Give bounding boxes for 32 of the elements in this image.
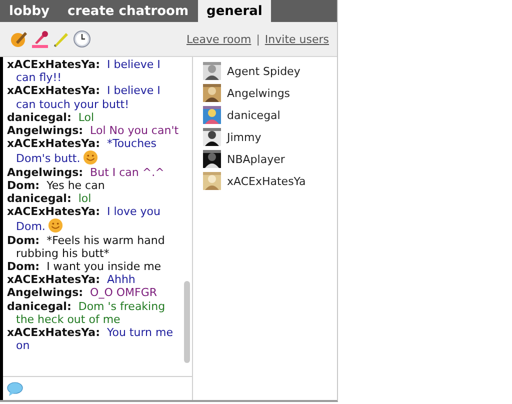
chat-message: Dom: Yes he can — [7, 178, 106, 192]
user-name[interactable]: NBAplayer — [227, 152, 285, 166]
scrollbar-thumb[interactable] — [184, 281, 190, 363]
invite-users-link[interactable]: Invite users — [264, 32, 329, 46]
speech-bubble-icon[interactable] — [7, 382, 23, 396]
chat-message: danicegal: Dom 's freaking the heck out of me — [7, 300, 166, 326]
user-name[interactable]: Jimmy — [227, 130, 262, 144]
pencil-icon[interactable] — [10, 30, 28, 48]
chat-message: xACExHatesYa: I believe I can fly!! — [7, 58, 162, 84]
user-name[interactable]: Agent Spidey — [227, 64, 300, 78]
tab[interactable]: lobby — [0, 0, 58, 22]
chat-message: Dom: I want you inside me — [7, 260, 162, 274]
user-name[interactable]: xACExHatesYa — [227, 174, 306, 188]
chat-message: Angelwings: Lol No you can't — [7, 124, 180, 138]
tab[interactable]: general — [198, 0, 272, 22]
tab[interactable]: create chatroom — [58, 0, 198, 22]
chat-message: danicegal: lol — [7, 192, 92, 206]
chat-message: xACExHatesYa: Ahhh — [7, 273, 136, 286]
user-name[interactable]: Angelwings — [227, 86, 290, 100]
user-name[interactable]: danicegal — [227, 108, 280, 122]
chat-message: xACExHatesYa: I love you Dom. — [7, 205, 162, 234]
chat-message: xACExHatesYa: You turn me on — [7, 326, 174, 352]
dropper-icon[interactable] — [31, 30, 49, 48]
chat-message: xACExHatesYa: *Touches Dom's butt. — [7, 137, 158, 166]
chat-message: danicegal: Lol — [7, 110, 96, 124]
chat-message: Angelwings: O_O OMFGR — [7, 286, 158, 300]
leave-room-link[interactable]: Leave room — [186, 32, 252, 46]
chat-message: Dom: *Feels his warm hand rubbing his butt* — [7, 234, 166, 260]
chat-message: xACExHatesYa: I believe I can touch your butt! — [7, 84, 162, 111]
clock-icon[interactable] — [73, 30, 91, 48]
separator: | — [256, 32, 260, 46]
chat-message: Angelwings: But I can ^.^ — [7, 166, 166, 179]
